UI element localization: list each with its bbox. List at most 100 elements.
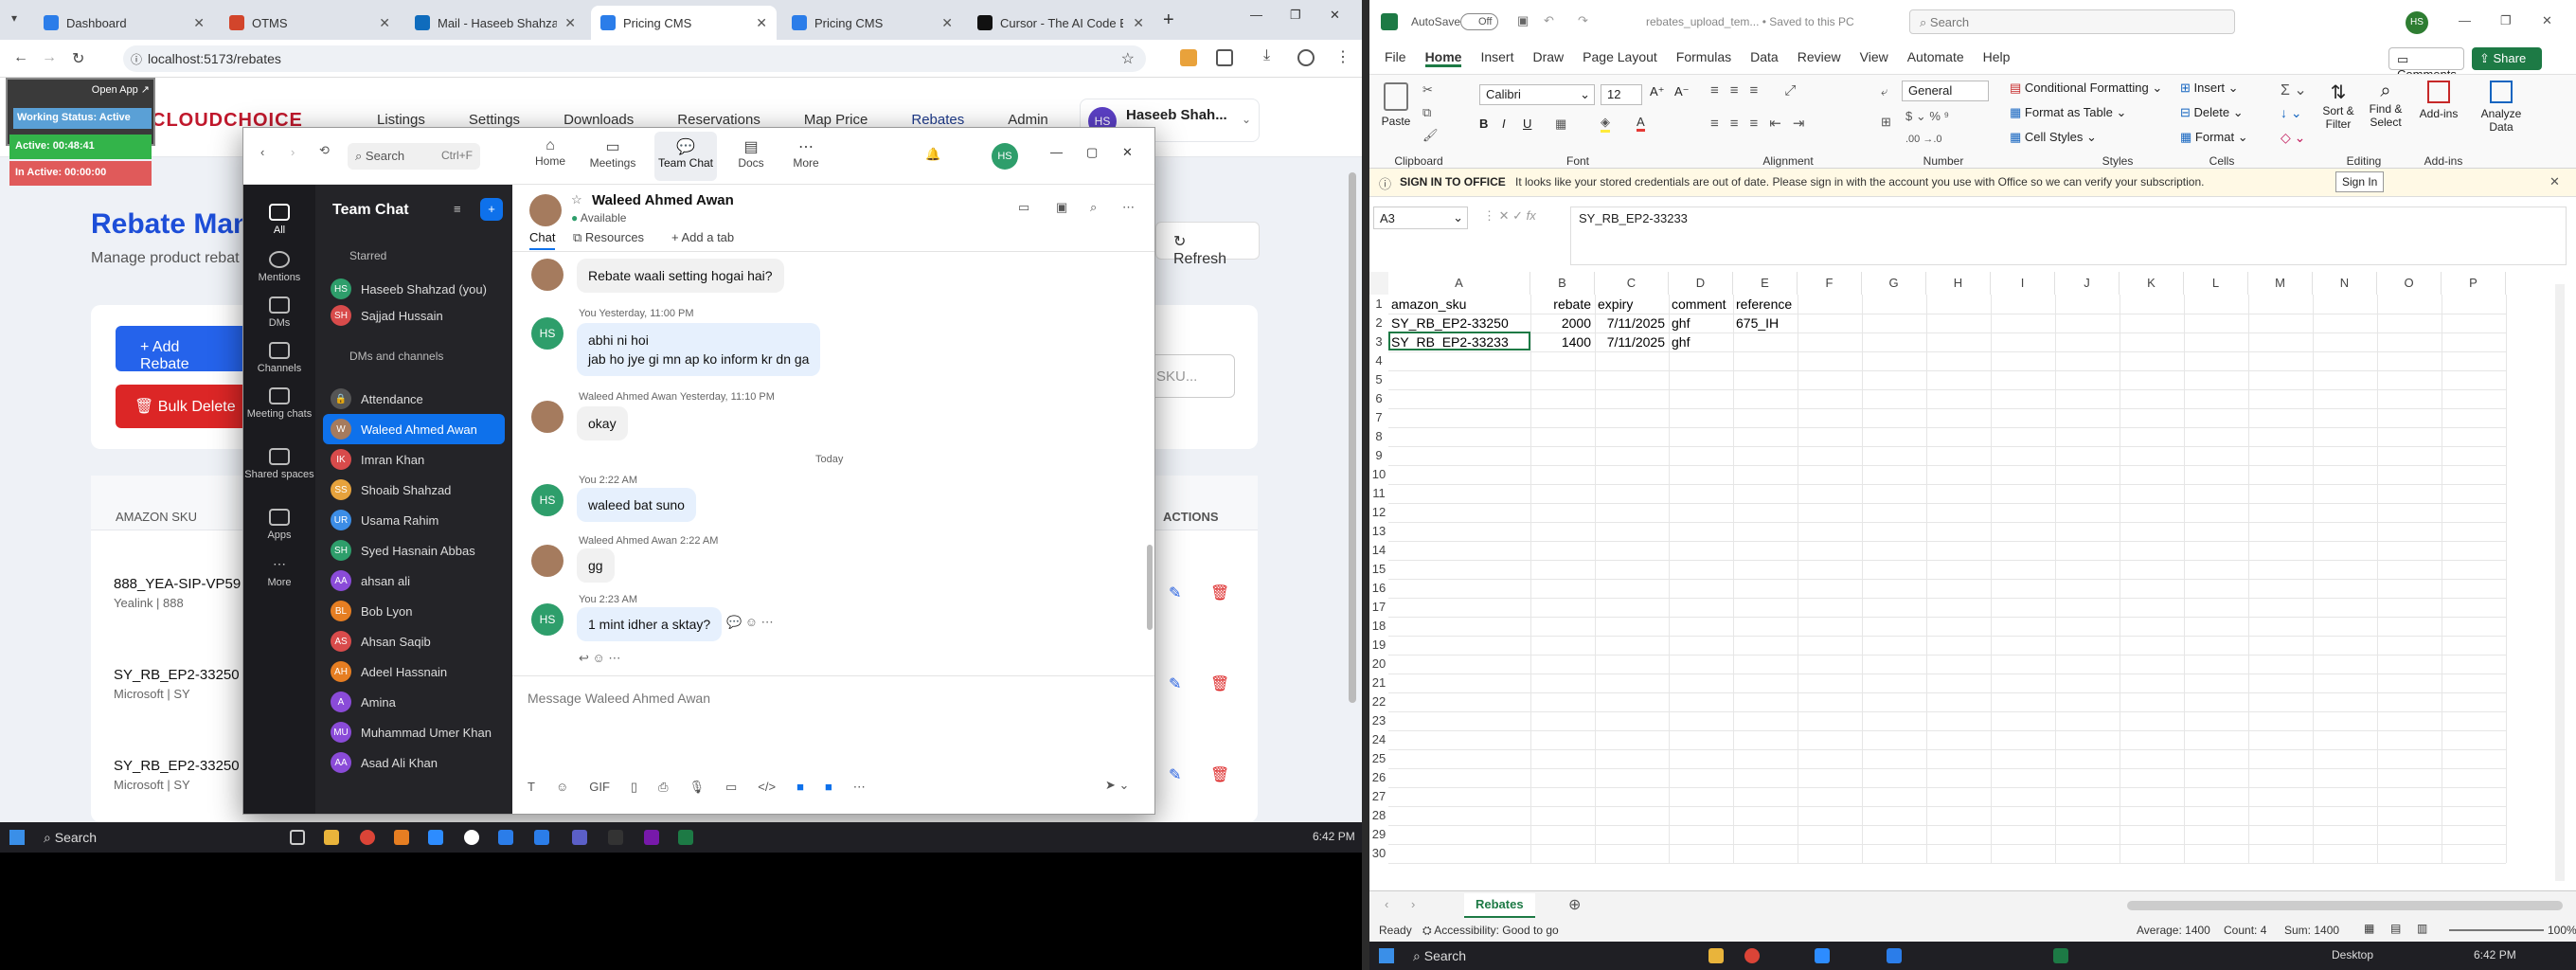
find-select-button[interactable]: ⌕ Find & Select bbox=[2364, 81, 2407, 129]
column-header[interactable]: L bbox=[2184, 272, 2248, 295]
share-button[interactable]: ⇪ Share bbox=[2472, 47, 2542, 70]
row-header[interactable]: 26 bbox=[1369, 770, 1388, 784]
browser-tab[interactable]: OTMS ✕ bbox=[220, 6, 400, 40]
cell[interactable]: 1400 bbox=[1530, 334, 1591, 350]
contact-item[interactable]: A Amina bbox=[323, 687, 505, 717]
row-header[interactable]: 23 bbox=[1369, 713, 1388, 728]
vertical-scrollbar[interactable] bbox=[2555, 284, 2565, 881]
column-header[interactable]: I bbox=[1991, 272, 2055, 295]
formula-icons[interactable]: ⋮ ✕ ✓ fx bbox=[1483, 208, 1536, 224]
row-header[interactable]: 20 bbox=[1369, 656, 1388, 671]
cell[interactable]: 7/11/2025 bbox=[1595, 315, 1665, 331]
ribbon-tab-insert[interactable]: Insert bbox=[1480, 49, 1513, 67]
cell[interactable]: SY_RB_EP2-33250 bbox=[1391, 315, 1509, 331]
window-minimize-icon[interactable]: — bbox=[2459, 13, 2471, 27]
next-sheet-icon[interactable]: › bbox=[1411, 897, 1415, 911]
mic-icon[interactable]: 🎙 bbox=[689, 780, 705, 795]
video-message-icon[interactable]: ▭ bbox=[725, 780, 737, 795]
notification-bell-icon[interactable]: 🔔 bbox=[925, 147, 940, 162]
column-header[interactable]: H bbox=[1926, 272, 1991, 295]
close-icon[interactable]: ✕ bbox=[193, 15, 205, 31]
autosum-icon[interactable]: Σ ⌄ bbox=[2281, 81, 2307, 99]
column-header[interactable]: O bbox=[2377, 272, 2442, 295]
rail-channels[interactable]: Channels bbox=[243, 342, 315, 374]
cut-icon[interactable]: ✂ bbox=[1422, 82, 1433, 98]
forward-icon[interactable]: › bbox=[291, 145, 295, 159]
browser-tab-active[interactable]: Pricing CMS ✕ bbox=[591, 6, 777, 40]
excel-search[interactable]: ⌕ Search bbox=[1909, 9, 2235, 34]
sign-in-button[interactable]: Sign In bbox=[2335, 171, 2385, 192]
view-normal-icon[interactable]: ▦ bbox=[2364, 922, 2374, 935]
panel-title[interactable]: Team Chat bbox=[332, 202, 409, 219]
conditional-formatting-button[interactable]: ▤ Conditional Formatting ⌄ bbox=[2010, 81, 2162, 96]
delete-icon[interactable]: 🗑 bbox=[1210, 765, 1229, 784]
message-composer[interactable]: Message Waleed Ahmed Awan bbox=[528, 691, 710, 706]
nav-rebates[interactable]: Rebates bbox=[911, 112, 964, 128]
undo-icon[interactable]: ↶ bbox=[1544, 13, 1554, 28]
vscode-icon[interactable] bbox=[498, 830, 513, 845]
row-header[interactable]: 10 bbox=[1369, 467, 1388, 481]
copy-icon[interactable]: ⧉ bbox=[1422, 105, 1431, 120]
row-header[interactable]: 9 bbox=[1369, 448, 1388, 462]
desktop-label[interactable]: Desktop bbox=[2332, 948, 2373, 961]
back-icon[interactable]: ← bbox=[13, 49, 28, 66]
contact-item[interactable]: SH Sajjad Hussain bbox=[323, 300, 505, 331]
row-header[interactable]: 6 bbox=[1369, 391, 1388, 405]
view-page-layout-icon[interactable]: ▤ bbox=[2390, 922, 2401, 935]
rail-mentions[interactable]: Mentions bbox=[243, 251, 315, 283]
column-header[interactable]: C bbox=[1595, 272, 1669, 295]
sort-filter-button[interactable]: ⇅ Sort & Filter bbox=[2318, 81, 2358, 131]
open-app-link[interactable]: Open App ↗ bbox=[92, 83, 150, 96]
cell[interactable]: ghf bbox=[1672, 315, 1690, 331]
close-icon[interactable]: ✕ bbox=[564, 15, 576, 31]
merge-icon[interactable]: ⊞ bbox=[1881, 115, 1891, 130]
chrome-icon[interactable] bbox=[360, 830, 375, 845]
menu-icon[interactable]: ⋮ bbox=[1335, 47, 1351, 66]
excel-icon[interactable] bbox=[2053, 948, 2068, 963]
sku-search-input[interactable]: SKU... bbox=[1146, 354, 1235, 398]
fill-color-icon[interactable]: ◈ bbox=[1601, 115, 1610, 133]
row-header[interactable]: 19 bbox=[1369, 638, 1388, 652]
taskbar-search[interactable]: ⌕ Search bbox=[1413, 948, 1466, 964]
font-shrink-icon[interactable]: A⁻ bbox=[1674, 84, 1690, 99]
zoom-nav-meetings[interactable]: ▭ Meetings bbox=[584, 137, 641, 170]
save-icon[interactable]: ▣ bbox=[1517, 13, 1529, 28]
column-header[interactable]: G bbox=[1862, 272, 1926, 295]
formula-input[interactable]: SY_RB_EP2-33233 bbox=[1570, 207, 2567, 265]
row-header[interactable]: 27 bbox=[1369, 789, 1388, 803]
nav-listings[interactable]: Listings bbox=[377, 112, 425, 128]
contact-item[interactable]: IK Imran Khan bbox=[323, 444, 505, 475]
app-icon[interactable]: ■ bbox=[796, 780, 804, 795]
tab-resources[interactable]: ⧉ Resources bbox=[573, 230, 644, 245]
bookmark-star-icon[interactable]: ☆ bbox=[1121, 49, 1135, 68]
row-header[interactable]: 17 bbox=[1369, 600, 1388, 614]
column-header[interactable]: J bbox=[2055, 272, 2120, 295]
insert-cells-button[interactable]: ⊞ Insert ⌄ bbox=[2180, 81, 2239, 96]
message-bubble[interactable]: waleed bat suno bbox=[577, 488, 696, 522]
column-header[interactable]: F bbox=[1798, 272, 1862, 295]
cell[interactable]: 2000 bbox=[1530, 315, 1591, 331]
delete-cells-button[interactable]: ⊟ Delete ⌄ bbox=[2180, 105, 2244, 120]
contact-item[interactable]: SS Shoaib Shahzad bbox=[323, 475, 505, 505]
nav-admin[interactable]: Admin bbox=[1008, 112, 1048, 128]
horizontal-scrollbar[interactable] bbox=[2127, 901, 2563, 910]
message-bubble[interactable]: gg bbox=[577, 548, 615, 583]
format-cells-button[interactable]: ▦ Format ⌄ bbox=[2180, 130, 2248, 145]
file-title[interactable]: rebates_upload_tem... • Saved to this PC bbox=[1646, 15, 1854, 28]
ribbon-tab-automate[interactable]: Automate bbox=[1907, 49, 1964, 67]
reaction-icons[interactable]: ↩ ☺ ⋯ bbox=[579, 651, 620, 666]
underline-icon[interactable]: U bbox=[1523, 117, 1531, 131]
rail-more[interactable]: ⋯ More bbox=[243, 556, 315, 588]
account-avatar[interactable]: HS bbox=[2406, 11, 2428, 34]
row-header[interactable]: 11 bbox=[1369, 486, 1388, 500]
more-icon[interactable]: ⋯ bbox=[853, 780, 866, 795]
row-header[interactable]: 25 bbox=[1369, 751, 1388, 765]
zoom-nav-team-chat[interactable]: 💬 Team Chat bbox=[654, 132, 717, 181]
file-icon[interactable]: ▯ bbox=[631, 780, 637, 795]
name-box[interactable]: A3 ⌄ bbox=[1373, 207, 1468, 229]
ribbon-tab-review[interactable]: Review bbox=[1798, 49, 1841, 67]
cell[interactable]: ghf bbox=[1672, 334, 1690, 350]
ribbon-tab-file[interactable]: File bbox=[1385, 49, 1406, 67]
rail-shared-spaces[interactable]: Shared spaces bbox=[243, 448, 315, 480]
site-info-icon[interactable]: ⓘ bbox=[131, 51, 142, 67]
